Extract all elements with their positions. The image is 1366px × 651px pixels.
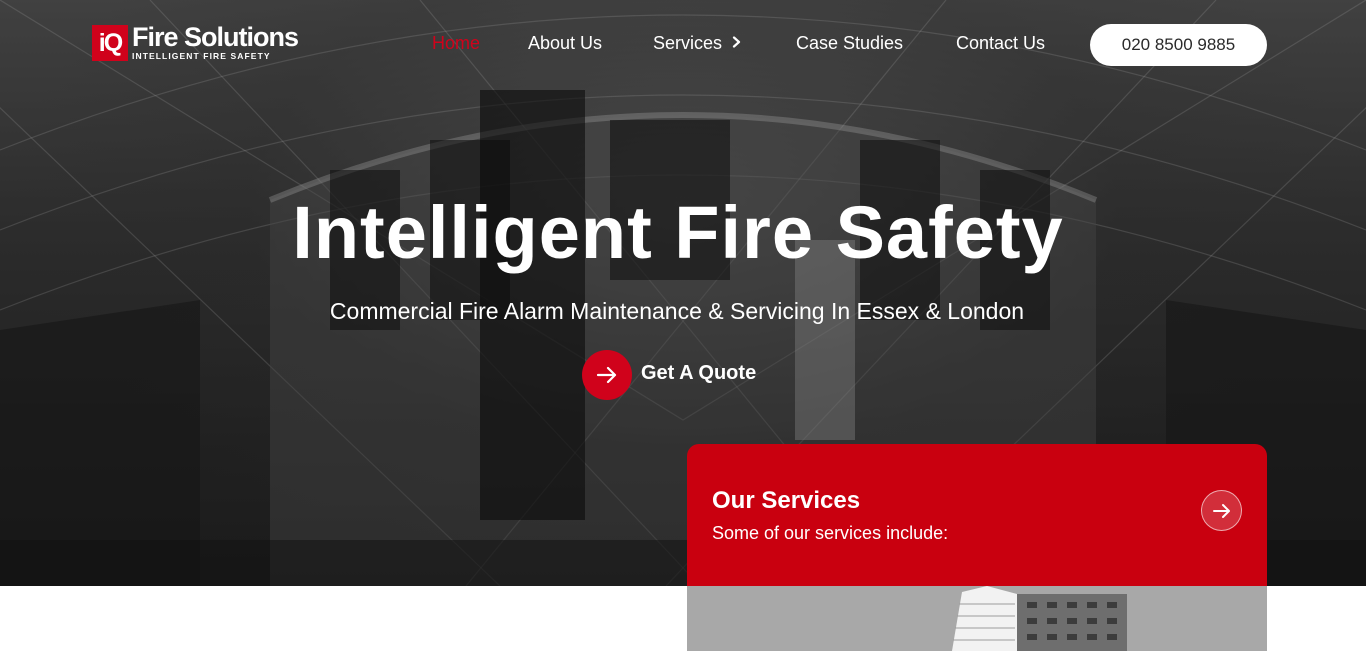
site-logo[interactable]: iQ Fire Solutions INTELLIGENT FIRE SAFET… <box>92 22 304 63</box>
nav-item-contact-us[interactable]: Contact Us <box>956 31 1045 55</box>
logo-mark: iQ <box>92 25 128 61</box>
nav-item-home[interactable]: Home <box>432 31 480 55</box>
phone-button[interactable]: 020 8500 9885 <box>1090 24 1267 66</box>
get-quote-label: Get A Quote <box>641 362 757 384</box>
logo-name: Fire Solutions <box>132 22 299 52</box>
services-arrow-button[interactable] <box>1201 490 1242 531</box>
nav-item-services-label: Services <box>653 33 723 53</box>
services-subtitle: Some of our services include: <box>712 523 949 543</box>
our-services-card[interactable]: Our Services Some of our services includ… <box>687 444 1267 651</box>
logo-tagline: INTELLIGENT FIRE SAFETY <box>132 51 271 61</box>
nav-item-case-studies[interactable]: Case Studies <box>796 31 903 55</box>
arrow-right-icon <box>582 350 632 400</box>
hero-subtitle: Commercial Fire Alarm Maintenance & Serv… <box>329 298 1025 324</box>
arrow-right-icon <box>1212 503 1232 519</box>
chevron-right-icon <box>732 32 742 56</box>
nav-item-about-us[interactable]: About Us <box>528 31 602 55</box>
nav-item-services[interactable]: Services <box>653 31 742 56</box>
hero-title: Intelligent Fire Safety <box>292 191 1064 274</box>
services-building-image <box>687 586 1267 651</box>
services-title: Our Services <box>712 487 861 514</box>
